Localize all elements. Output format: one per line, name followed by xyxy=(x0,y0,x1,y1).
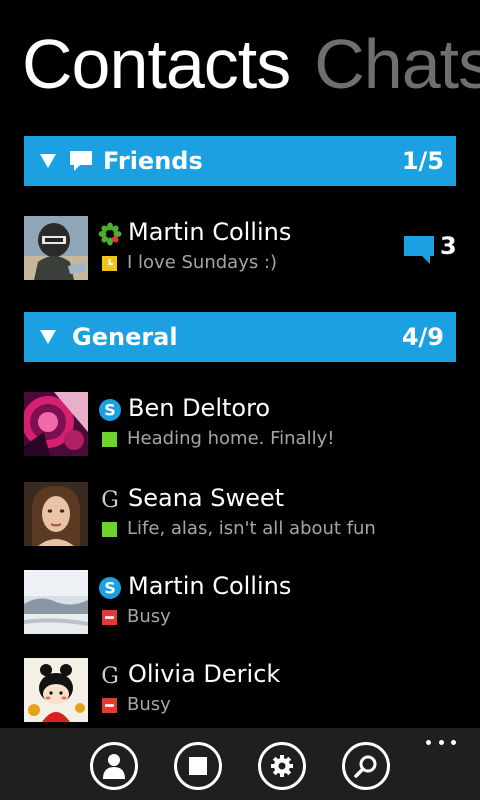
contact-status: Busy xyxy=(127,694,171,715)
online-status-icon xyxy=(102,522,117,537)
app-bar xyxy=(0,728,480,800)
group-count: 4/9 xyxy=(401,323,444,351)
svg-text:S: S xyxy=(104,401,116,420)
contacts-screen: Contacts Chats Friends 1/5 Martin Collin… xyxy=(0,0,480,800)
chevron-down-icon xyxy=(40,154,56,168)
group-header-general[interactable]: General 4/9 xyxy=(24,312,456,362)
settings-button[interactable] xyxy=(258,742,306,790)
busy-status-icon xyxy=(102,610,117,625)
search-button[interactable] xyxy=(342,742,390,790)
stop-button[interactable] xyxy=(174,742,222,790)
skype-icon: S xyxy=(99,399,121,421)
svg-text:S: S xyxy=(104,579,116,598)
busy-status-icon xyxy=(102,698,117,713)
contact-name: Martin Collins xyxy=(128,572,292,600)
settings-gear-icon xyxy=(271,755,293,777)
person-icon xyxy=(103,754,125,779)
contact-row[interactable]: G Olivia Derick Busy xyxy=(24,658,464,722)
group-count: 1/5 xyxy=(401,147,444,175)
pivot-header: Contacts Chats xyxy=(22,24,480,104)
contact-name: Ben Deltoro xyxy=(128,394,271,422)
svg-text:G: G xyxy=(101,488,119,512)
group-title: Friends xyxy=(103,147,203,175)
pivot-item-chats[interactable]: Chats xyxy=(314,24,480,104)
contact-row[interactable]: S Martin Collins Busy xyxy=(24,570,464,634)
contact-status: I love Sundays :) xyxy=(127,252,278,273)
contact-status: Life, alas, isn't all about fun xyxy=(127,518,376,539)
avatar xyxy=(24,392,88,456)
avatar xyxy=(24,482,88,546)
unread-count: 3 xyxy=(440,232,457,260)
avatar xyxy=(24,216,88,280)
group-title: General xyxy=(72,323,178,351)
contact-row[interactable]: Martin Collins I love Sundays :) 3 xyxy=(24,216,464,280)
search-icon xyxy=(354,755,377,778)
more-ellipsis-icon[interactable] xyxy=(426,732,456,752)
google-talk-icon: G xyxy=(101,664,119,688)
pivot-item-contacts[interactable]: Contacts xyxy=(22,24,291,104)
contact-status: Busy xyxy=(127,606,171,627)
contact-row[interactable]: S Ben Deltoro Heading home. Finally! xyxy=(24,392,464,456)
group-header-friends[interactable]: Friends 1/5 xyxy=(24,136,456,186)
contact-name: Seana Sweet xyxy=(128,484,285,512)
contact-status: Heading home. Finally! xyxy=(127,428,335,449)
online-status-icon xyxy=(102,432,117,447)
stop-icon xyxy=(189,757,207,775)
away-clock-icon xyxy=(102,256,117,271)
contact-row[interactable]: G Seana Sweet Life, alas, isn't all abou… xyxy=(24,482,464,546)
chevron-down-icon xyxy=(40,330,56,344)
contact-name: Olivia Derick xyxy=(128,660,281,688)
avatar xyxy=(24,658,88,722)
contact-name: Martin Collins xyxy=(128,218,292,246)
person-button[interactable] xyxy=(90,742,138,790)
unread-message-icon[interactable] xyxy=(404,234,436,264)
chat-bubble-icon xyxy=(70,151,92,171)
skype-icon: S xyxy=(99,577,121,599)
svg-text:G: G xyxy=(101,664,119,688)
icq-flower-icon xyxy=(98,222,122,246)
avatar xyxy=(24,570,88,634)
google-talk-icon: G xyxy=(101,488,119,512)
